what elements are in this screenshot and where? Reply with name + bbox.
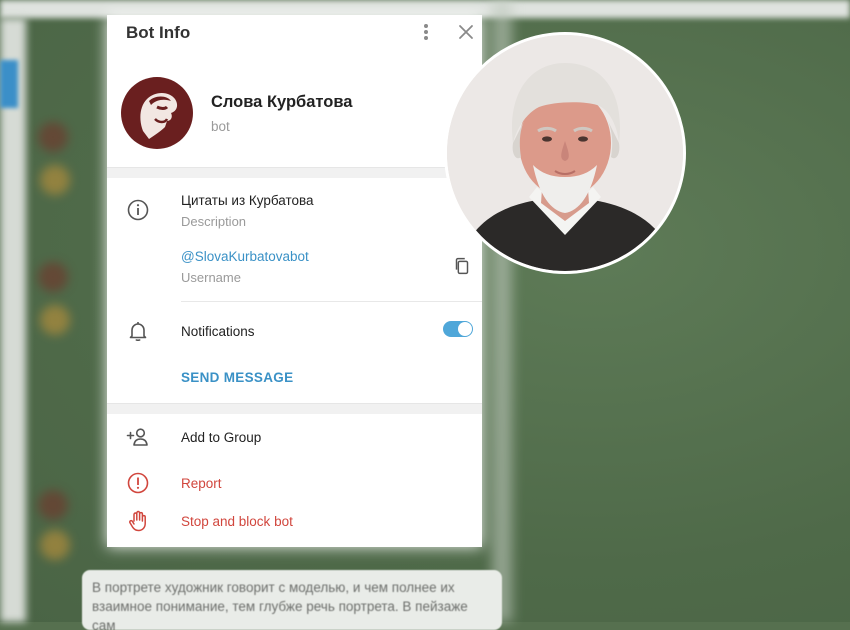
background-avatar [40,305,70,335]
panel-header: Bot Info [107,15,482,53]
background-avatar [40,530,70,560]
description-value: Цитаты из Курбатова [181,193,314,208]
copy-icon[interactable] [451,255,475,279]
section-divider [107,403,482,414]
report-button[interactable]: Report [181,476,222,491]
toggle-knob [458,322,472,336]
bot-name: Слова Курбатова [211,93,353,111]
background-sidebar [0,18,26,622]
more-vertical-icon[interactable] [416,22,436,42]
stop-and-block-button[interactable]: Stop and block bot [181,514,293,529]
profile-section: Слова Курбатова bot [107,53,482,167]
enlarged-profile-photo[interactable] [444,32,686,274]
background-avatar [38,490,68,520]
panel-title: Bot Info [126,23,191,42]
background-avatar [40,165,70,195]
bell-icon [126,319,150,343]
background-avatar [38,262,68,292]
info-icon [126,198,150,222]
alert-circle-icon[interactable] [126,471,150,495]
background-message: В портрете художник говорит с моделью, и… [82,570,502,630]
background-accent [0,60,18,108]
add-to-group-button[interactable]: Add to Group [181,430,261,445]
background-avatar [38,122,68,152]
bot-type-label: bot [211,119,230,134]
section-divider [107,167,482,178]
send-message-button[interactable]: SEND MESSAGE [181,370,293,385]
username-value[interactable]: @SlovaKurbatovabot [181,249,309,264]
bot-info-panel: Bot Info Слова Курбатова bot Цитаты из К… [107,15,482,547]
notifications-label: Notifications [181,324,255,339]
notifications-toggle[interactable] [443,321,473,337]
description-label: Description [181,214,247,229]
hand-icon[interactable] [126,509,150,533]
separator-line [181,301,482,302]
add-user-icon[interactable] [126,425,150,449]
background-message-text: В портрете художник говорит с моделью, и… [92,580,468,630]
close-icon[interactable] [456,22,476,42]
username-label: Username [181,270,241,285]
bot-avatar[interactable] [121,77,193,149]
